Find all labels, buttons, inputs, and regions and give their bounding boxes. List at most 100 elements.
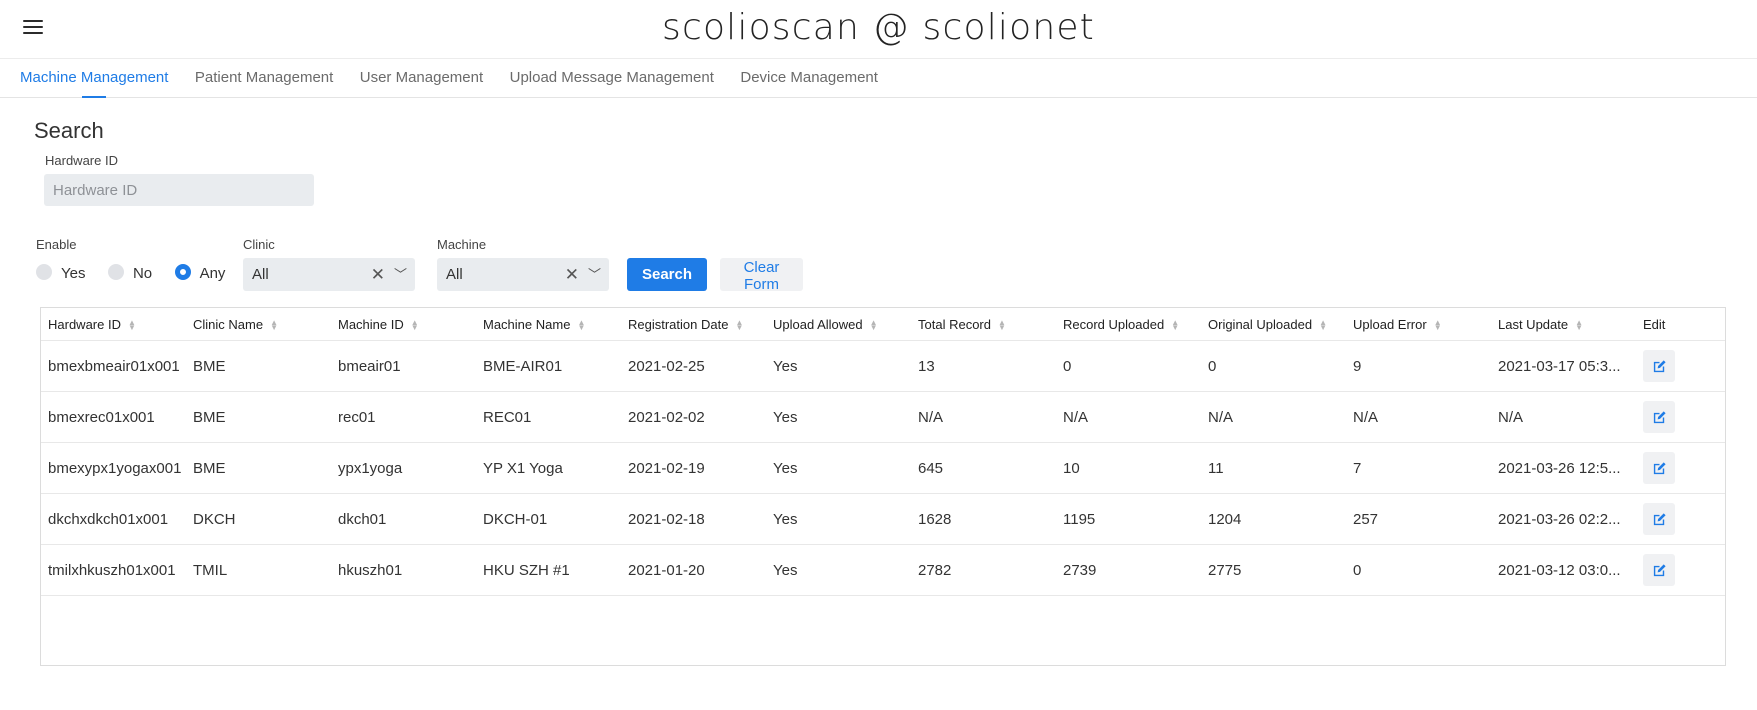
cell-machine-name: BME-AIR01: [476, 340, 621, 392]
close-icon[interactable]: ✕: [565, 258, 579, 291]
radio-icon: [36, 264, 52, 280]
cell-machine-id: ypx1yoga: [331, 442, 476, 494]
column-header-label: Record Uploaded: [1063, 316, 1165, 332]
cell-edit: [1636, 544, 1725, 596]
sort-icon[interactable]: ▲ ▼: [411, 318, 419, 331]
col-header-last-update[interactable]: Last Update ▲ ▼: [1491, 308, 1636, 341]
edit-button[interactable]: [1643, 401, 1675, 433]
search-button[interactable]: Search: [627, 258, 707, 291]
machine-table: Hardware ID ▲ ▼ Clinic Name ▲ ▼ Machine ID ▲ ▼…: [40, 307, 1726, 666]
table-row: dkchxdkch01x001 DKCH dkch01 DKCH-01 2021-02-…: [41, 493, 1725, 545]
cell-machine-name: HKU SZH #1: [476, 544, 621, 596]
sort-icon[interactable]: ▲ ▼: [270, 318, 278, 331]
cell-hardware-id: bmexbmeair01x001: [41, 340, 186, 392]
column-header-label: Upload Allowed: [773, 316, 863, 332]
edit-icon: [1653, 410, 1666, 423]
column-header-label: Total Record: [918, 316, 991, 332]
sort-icon[interactable]: ▲ ▼: [577, 318, 585, 331]
enable-radio-no[interactable]: No: [107, 264, 153, 282]
column-header-label: Registration Date: [628, 316, 729, 332]
cell-clinic-name: BME: [186, 340, 331, 392]
sort-icon[interactable]: ▲ ▼: [735, 318, 743, 331]
machine-select-value: All: [446, 266, 463, 283]
sort-icon[interactable]: ▲ ▼: [1575, 318, 1583, 331]
col-header-upload-allowed[interactable]: Upload Allowed ▲ ▼: [766, 308, 911, 341]
edit-icon: [1653, 359, 1666, 372]
cell-upload-error: 257: [1346, 493, 1491, 545]
app-title: scolioscan @ scolionet: [662, 7, 1095, 48]
sort-icon[interactable]: ▲ ▼: [1319, 318, 1327, 331]
table-row: bmexbmeair01x001 BME bmeair01 BME-AIR01 2021…: [41, 340, 1725, 392]
chevron-down-icon[interactable]: ﹀: [394, 258, 407, 291]
cell-machine-id: rec01: [331, 391, 476, 443]
cell-last-update: 2021-03-17 05:3...: [1491, 340, 1636, 392]
cell-edit: [1636, 493, 1725, 545]
table-row: bmexypx1yogax001 BME ypx1yoga YP X1 Yoga 202…: [41, 442, 1725, 494]
clear-form-button[interactable]: Clear Form: [720, 258, 803, 293]
tab-upload-message-management[interactable]: Upload Message Management: [510, 69, 714, 86]
machine-label: Machine: [437, 237, 487, 252]
table-body: bmexbmeair01x001 BME bmeair01 BME-AIR01 2021…: [41, 340, 1725, 596]
col-header-registration-date[interactable]: Registration Date ▲ ▼: [621, 308, 766, 341]
enable-radio-any[interactable]: Any: [174, 264, 225, 282]
chevron-down-icon[interactable]: ﹀: [588, 258, 601, 291]
column-header-label: Machine ID: [338, 316, 404, 332]
clinic-select[interactable]: All ✕ ﹀: [243, 258, 415, 291]
cell-machine-id: bmeair01: [331, 340, 476, 392]
edit-button[interactable]: [1643, 503, 1675, 535]
col-header-machine-id[interactable]: Machine ID ▲ ▼: [331, 308, 476, 341]
edit-button[interactable]: [1643, 350, 1675, 382]
cell-edit: [1636, 391, 1725, 443]
hardware-id-label: Hardware ID: [45, 153, 118, 168]
col-header-upload-error[interactable]: Upload Error ▲ ▼: [1346, 308, 1491, 341]
edit-icon: [1653, 563, 1666, 576]
hardware-id-input[interactable]: [44, 174, 314, 206]
cell-original-uploaded: N/A: [1201, 391, 1346, 443]
cell-hardware-id: bmexrec01x001: [41, 391, 186, 443]
cell-record-uploaded: 10: [1056, 442, 1201, 494]
sort-icon[interactable]: ▲ ▼: [998, 318, 1006, 331]
machine-select[interactable]: All ✕ ﹀: [437, 258, 609, 291]
cell-original-uploaded: 2775: [1201, 544, 1346, 596]
cell-original-uploaded: 1204: [1201, 493, 1346, 545]
column-header-label: Clinic Name: [193, 316, 264, 332]
col-header-hardware-id[interactable]: Hardware ID ▲ ▼: [41, 308, 186, 341]
col-header-machine-name[interactable]: Machine Name ▲ ▼: [476, 308, 621, 341]
search-heading: Search: [34, 118, 104, 143]
cell-machine-name: YP X1 Yoga: [476, 442, 621, 494]
cell-record-uploaded: 1195: [1056, 493, 1201, 545]
tab-patient-management[interactable]: Patient Management: [195, 69, 333, 86]
radio-icon: [107, 264, 124, 280]
col-header-original-uploaded[interactable]: Original Uploaded ▲ ▼: [1201, 308, 1346, 341]
tab-device-management[interactable]: Device Management: [740, 69, 878, 86]
sort-icon[interactable]: ▲ ▼: [1171, 318, 1179, 331]
close-icon[interactable]: ✕: [371, 258, 385, 291]
column-header-label: Hardware ID: [48, 316, 121, 332]
col-header-total-record[interactable]: Total Record ▲ ▼: [911, 308, 1056, 341]
edit-button[interactable]: [1643, 452, 1675, 484]
enable-radio-group: Yes No Any: [36, 264, 243, 283]
cell-clinic-name: BME: [186, 391, 331, 443]
cell-last-update: N/A: [1491, 391, 1636, 443]
col-header-record-uploaded[interactable]: Record Uploaded ▲ ▼: [1056, 308, 1201, 341]
radio-selected-icon: [174, 264, 191, 280]
cell-edit: [1636, 442, 1725, 494]
sort-icon[interactable]: ▲ ▼: [128, 318, 136, 331]
enable-radio-yes[interactable]: Yes: [36, 264, 85, 282]
tab-machine-management[interactable]: Machine Management: [20, 69, 168, 98]
cell-machine-name: REC01: [476, 391, 621, 443]
enable-label: Enable: [36, 237, 77, 252]
sort-icon[interactable]: ▲ ▼: [870, 318, 878, 331]
cell-upload-allowed: Yes: [766, 391, 911, 443]
cell-machine-id: dkch01: [331, 493, 476, 545]
tab-user-management[interactable]: User Management: [360, 69, 483, 86]
edit-button[interactable]: [1643, 554, 1675, 586]
cell-machine-name: DKCH-01: [476, 493, 621, 545]
cell-last-update: 2021-03-26 12:5...: [1491, 442, 1636, 494]
cell-upload-error: N/A: [1346, 391, 1491, 443]
sort-icon[interactable]: ▲ ▼: [1434, 318, 1442, 331]
clinic-select-value: All: [252, 266, 269, 283]
col-header-clinic-name[interactable]: Clinic Name ▲ ▼: [186, 308, 331, 341]
enable-radio-no-label: No: [132, 265, 153, 282]
column-header-label: Machine Name: [483, 316, 571, 332]
